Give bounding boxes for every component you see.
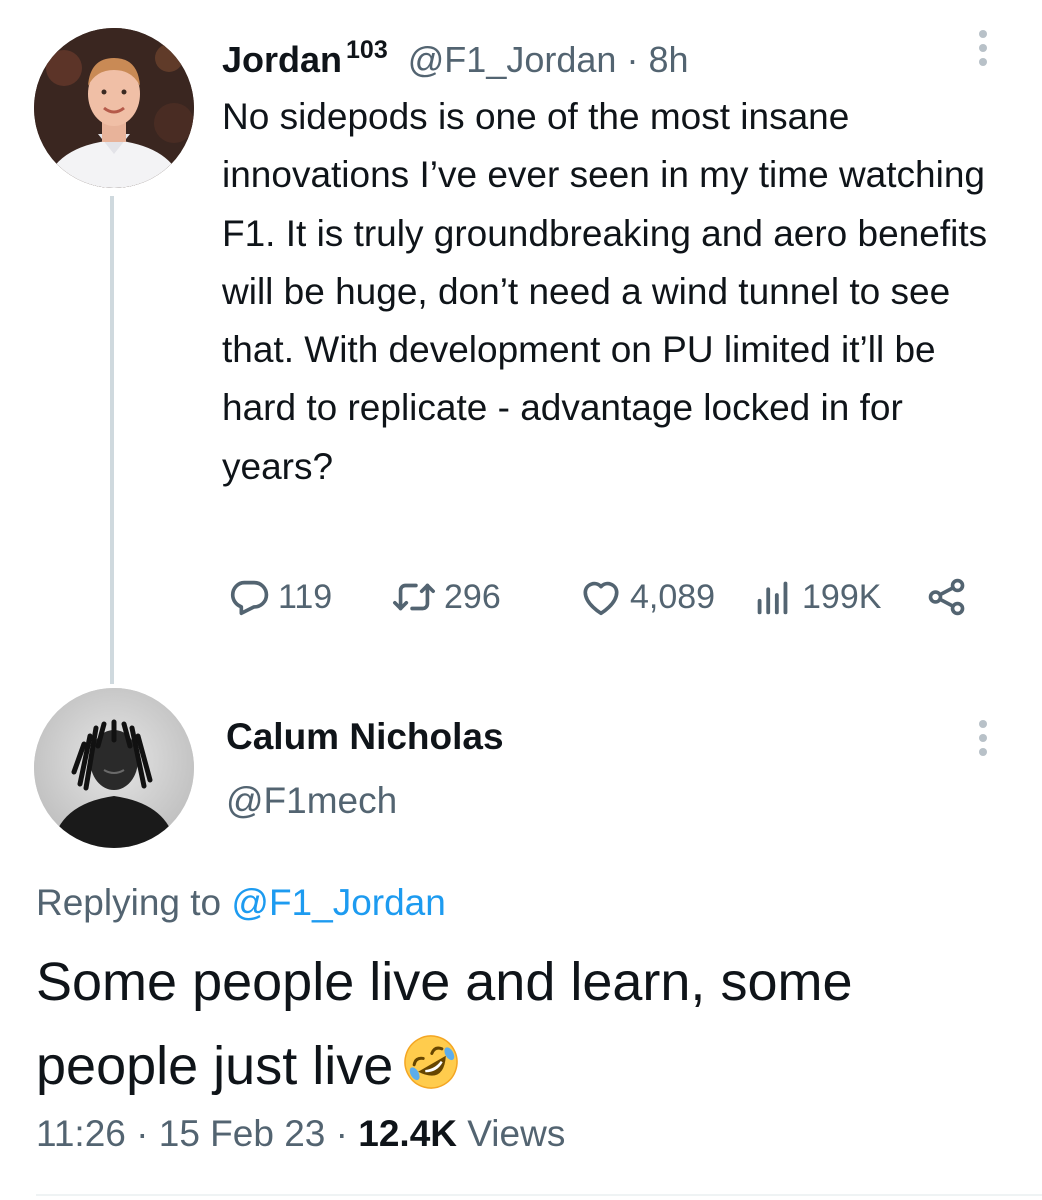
retweet-button[interactable]: 296 [390,572,501,622]
like-icon [578,574,624,620]
reply-icon [226,574,272,620]
meta-separator: · [136,1113,149,1154]
more-icon[interactable] [978,720,988,756]
parent-action-bar: 119 296 4,089 199K [222,572,982,622]
reply-tweet-text-block: Some people live and learn, some people … [36,940,1016,1108]
replying-to-line: Replying to @F1_Jordan [36,880,446,926]
reply-handle[interactable]: @F1mech [226,778,397,824]
views-icon [750,574,796,620]
views-label: Views [467,1113,566,1154]
replying-to-label: Replying to [36,882,222,923]
views-count: 199K [802,577,882,616]
reply-button[interactable]: 119 [226,572,332,622]
parent-avatar[interactable] [34,28,194,188]
more-icon[interactable] [978,30,988,66]
share-button[interactable] [924,572,970,622]
tweet-meta-line: 11:26 · 15 Feb 23 · 12.4K Views [36,1110,565,1158]
like-count: 4,089 [630,577,716,616]
views-button[interactable]: 199K [750,572,881,622]
parent-handle[interactable]: @F1_Jordan [408,39,617,80]
retweet-icon [390,574,438,620]
like-button[interactable]: 4,089 [578,572,715,622]
parent-tweet-header: Jordan 103 @F1_Jordan · 8h [222,28,689,82]
parent-tweet-text: No sidepods is one of the most insane in… [222,96,988,487]
thread-connector-line [110,196,114,684]
reply-display-name[interactable]: Calum Nicholas [226,714,504,760]
reply-count: 119 [278,577,333,616]
header-separator: · [626,39,639,80]
replying-to-mention[interactable]: @F1_Jordan [231,882,445,923]
parent-display-name[interactable]: Jordan [222,39,342,80]
views-total[interactable]: 12.4K [358,1113,457,1154]
share-icon [924,574,970,620]
meta-separator: · [335,1113,348,1154]
tweet-time[interactable]: 11:26 [36,1113,126,1154]
reply-avatar[interactable] [34,688,194,848]
retweet-count: 296 [444,577,501,616]
parent-tweet-age[interactable]: 8h [648,39,688,80]
bottom-divider [36,1194,1042,1196]
tweet-date[interactable]: 15 Feb 23 [159,1113,326,1154]
rolling-on-the-floor-laughing-emoji-icon [401,1032,461,1092]
parent-badge-number: 103 [346,36,388,64]
